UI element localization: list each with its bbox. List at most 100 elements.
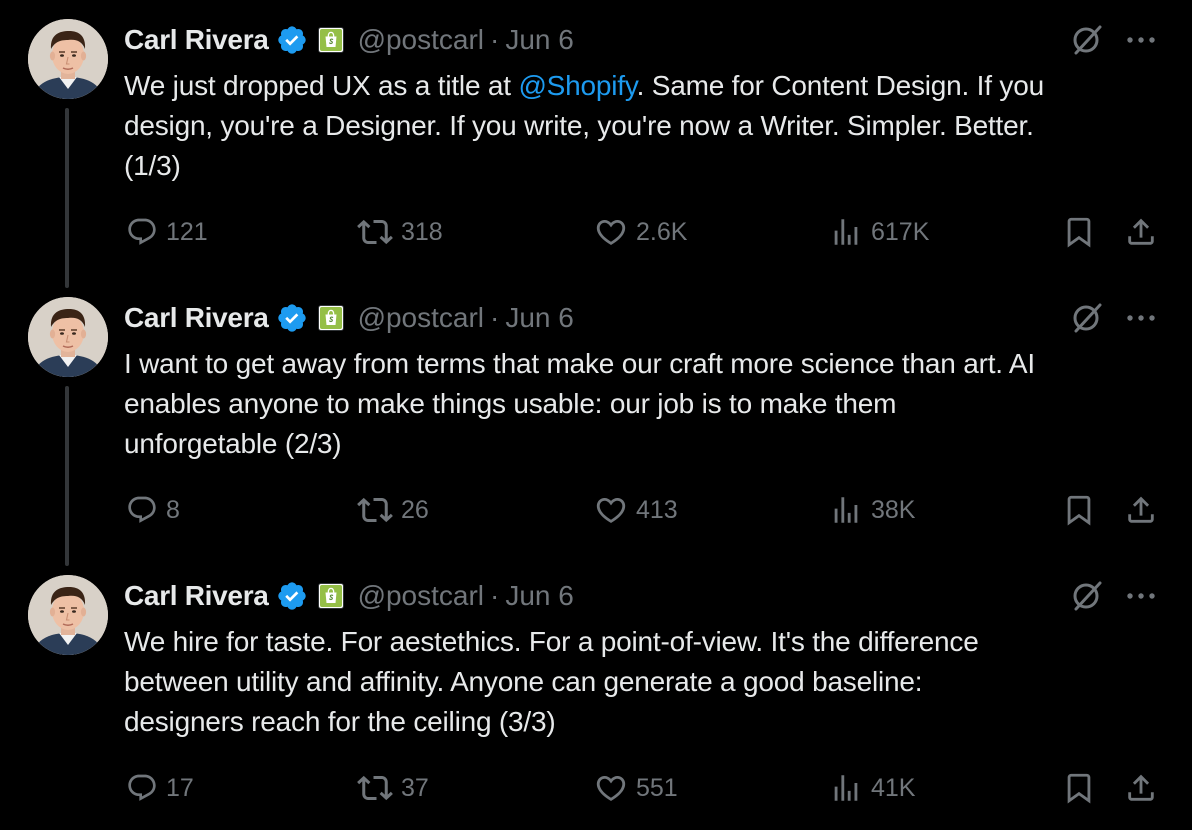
- tweet[interactable]: Carl Rivera @postcarl · Jun 6 We just dr…: [0, 0, 1192, 270]
- like-heart-icon: [594, 215, 628, 249]
- like-count: 551: [636, 773, 678, 802]
- bookmark-icon: [1062, 215, 1096, 249]
- avatar[interactable]: [28, 297, 108, 377]
- tweet-date[interactable]: Jun 6: [505, 302, 574, 334]
- avatar[interactable]: [28, 575, 108, 655]
- tweet[interactable]: Carl Rivera @postcarl · Jun 6 I want to …: [0, 278, 1192, 548]
- bookmark-button[interactable]: [1062, 768, 1096, 808]
- author-handle[interactable]: @postcarl: [358, 580, 484, 612]
- views-chart-icon: [829, 493, 863, 527]
- shopify-affiliate-badge-icon[interactable]: [317, 27, 344, 53]
- repost-count: 318: [401, 217, 443, 246]
- like-button[interactable]: 413: [594, 490, 678, 530]
- verified-badge-icon[interactable]: [276, 580, 308, 612]
- repost-count: 26: [401, 495, 429, 524]
- reply-icon: [126, 494, 158, 526]
- like-button[interactable]: 551: [594, 768, 678, 808]
- tweet-text-line: (1/3): [124, 150, 181, 181]
- tweet-header: Carl Rivera @postcarl · Jun 6: [124, 576, 574, 616]
- tweet-actions: 17 37 551 41K: [0, 768, 1192, 808]
- avatar[interactable]: [28, 19, 108, 99]
- views-button[interactable]: 41K: [829, 768, 915, 808]
- bookmark-icon: [1062, 771, 1096, 805]
- mention-link[interactable]: @Shopify: [518, 70, 636, 101]
- reply-button[interactable]: 121: [126, 212, 208, 252]
- shopify-affiliate-badge-icon[interactable]: [317, 583, 344, 609]
- like-heart-icon: [594, 771, 628, 805]
- views-button[interactable]: 38K: [829, 490, 915, 530]
- author-handle[interactable]: @postcarl: [358, 24, 484, 56]
- tweet[interactable]: Carl Rivera @postcarl · Jun 6 We hire fo…: [0, 556, 1192, 826]
- grok-icon[interactable]: [1070, 578, 1106, 614]
- tweet-text-line: enables anyone to make things usable: ou…: [124, 388, 897, 419]
- more-options-icon[interactable]: [1124, 580, 1158, 612]
- reply-count: 8: [166, 495, 180, 524]
- tweet-text-line: I want to get away from terms that make …: [124, 348, 1035, 379]
- share-button[interactable]: [1124, 490, 1158, 530]
- reply-count: 121: [166, 217, 208, 246]
- tweet-text: I want to get away from terms that make …: [124, 344, 1164, 464]
- like-heart-icon: [594, 493, 628, 527]
- more-options-icon[interactable]: [1124, 302, 1158, 334]
- reply-button[interactable]: 17: [126, 768, 194, 808]
- tweet-text-line: We hire for taste. For aestethics. For a…: [124, 626, 979, 657]
- header-separator: ·: [490, 580, 500, 611]
- tweet-date[interactable]: Jun 6: [505, 580, 574, 612]
- share-button[interactable]: [1124, 212, 1158, 252]
- share-button[interactable]: [1124, 768, 1158, 808]
- tweet-text-line: designers reach for the ceiling (3/3): [124, 706, 556, 737]
- tweet-header: Carl Rivera @postcarl · Jun 6: [124, 298, 574, 338]
- tweet-header: Carl Rivera @postcarl · Jun 6: [124, 20, 574, 60]
- author-name[interactable]: Carl Rivera: [124, 580, 269, 612]
- repost-count: 37: [401, 773, 429, 802]
- view-count: 38K: [871, 495, 916, 524]
- repost-icon: [357, 214, 393, 250]
- view-count: 617K: [871, 217, 930, 246]
- tweet-text-line: between utility and affinity. Anyone can…: [124, 666, 923, 697]
- header-separator: ·: [490, 24, 500, 55]
- author-handle[interactable]: @postcarl: [358, 302, 484, 334]
- bookmark-button[interactable]: [1062, 212, 1096, 252]
- grok-icon[interactable]: [1070, 22, 1106, 58]
- tweet-date[interactable]: Jun 6: [505, 24, 574, 56]
- tweet-actions: 121 318 2.6K 617K: [0, 212, 1192, 252]
- share-icon: [1124, 493, 1158, 527]
- like-count: 2.6K: [636, 217, 688, 246]
- author-name[interactable]: Carl Rivera: [124, 302, 269, 334]
- tweet-text-line: design, you're a Designer. If you write,…: [124, 110, 1034, 141]
- header-separator: ·: [490, 302, 500, 333]
- tweet-text-line: We just dropped UX as a title at @Shopif…: [124, 66, 1164, 106]
- views-button[interactable]: 617K: [829, 212, 929, 252]
- reply-button[interactable]: 8: [126, 490, 180, 530]
- more-options-icon[interactable]: [1124, 24, 1158, 56]
- tweet-text: We just dropped UX as a title at @Shopif…: [124, 66, 1164, 186]
- shopify-affiliate-badge-icon[interactable]: [317, 305, 344, 331]
- share-icon: [1124, 215, 1158, 249]
- tweet-text: We hire for taste. For aestethics. For a…: [124, 622, 1164, 742]
- like-button[interactable]: 2.6K: [594, 212, 687, 252]
- grok-icon[interactable]: [1070, 300, 1106, 336]
- view-count: 41K: [871, 773, 916, 802]
- repost-button[interactable]: 26: [357, 490, 429, 530]
- bookmark-icon: [1062, 493, 1096, 527]
- repost-button[interactable]: 37: [357, 768, 429, 808]
- verified-badge-icon[interactable]: [276, 302, 308, 334]
- tweet-text-segment: We just dropped UX as a title at: [124, 70, 519, 101]
- views-chart-icon: [829, 771, 863, 805]
- reply-icon: [126, 216, 158, 248]
- repost-icon: [357, 492, 393, 528]
- reply-count: 17: [166, 773, 194, 802]
- verified-badge-icon[interactable]: [276, 24, 308, 56]
- views-chart-icon: [829, 215, 863, 249]
- share-icon: [1124, 771, 1158, 805]
- tweet-text-segment: . Same for Content Design. If you: [636, 70, 1045, 101]
- repost-button[interactable]: 318: [357, 212, 443, 252]
- reply-icon: [126, 772, 158, 804]
- bookmark-button[interactable]: [1062, 490, 1096, 530]
- author-name[interactable]: Carl Rivera: [124, 24, 269, 56]
- tweet-thread: Carl Rivera @postcarl · Jun 6 We just dr…: [0, 0, 1192, 830]
- repost-icon: [357, 770, 393, 806]
- tweet-text-line: unforgetable (2/3): [124, 428, 342, 459]
- like-count: 413: [636, 495, 678, 524]
- tweet-actions: 8 26 413 38K: [0, 490, 1192, 530]
